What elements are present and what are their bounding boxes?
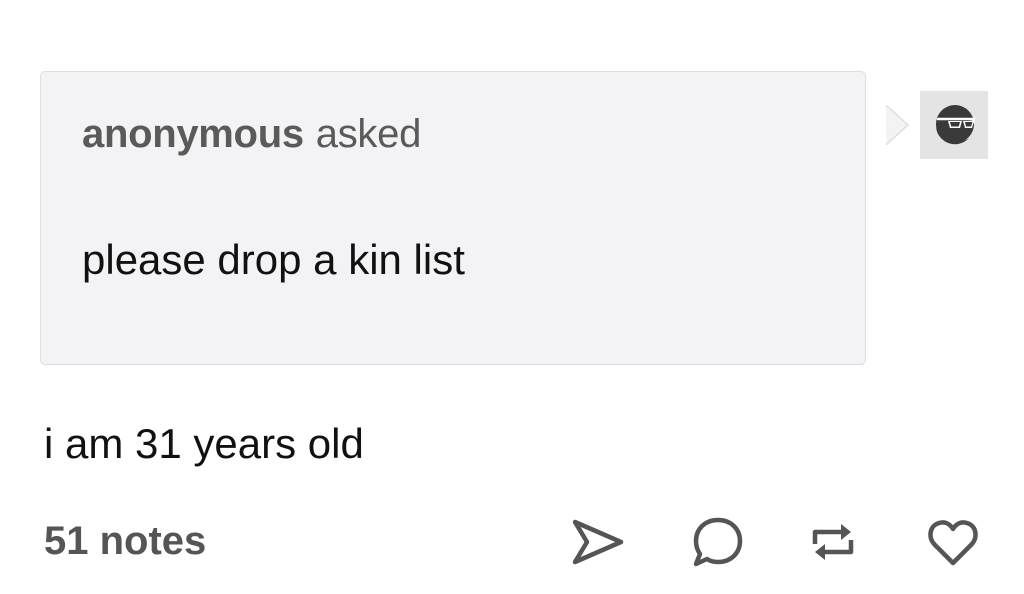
like-button[interactable] bbox=[925, 514, 981, 570]
notes-count[interactable]: 51 notes bbox=[44, 519, 206, 564]
share-button[interactable] bbox=[569, 514, 625, 570]
question-text: please drop a kin list bbox=[82, 236, 465, 283]
heart-icon bbox=[928, 520, 978, 566]
asked-label: asked bbox=[315, 112, 422, 156]
asker-name: anonymous bbox=[82, 112, 304, 156]
reply-icon bbox=[693, 517, 743, 567]
sunglasses-face-icon bbox=[936, 105, 976, 145]
reply-button[interactable] bbox=[689, 514, 745, 570]
post: anonymous asked please drop a kin list i … bbox=[0, 0, 1024, 594]
ask-bubble: anonymous asked please drop a kin list bbox=[40, 71, 910, 365]
avatar[interactable] bbox=[920, 91, 988, 159]
asker-line: anonymous asked bbox=[82, 112, 421, 157]
reblog-icon bbox=[812, 524, 854, 560]
share-icon bbox=[572, 519, 624, 565]
reblog-button[interactable] bbox=[805, 514, 861, 570]
answer-text: i am 31 years old bbox=[44, 420, 364, 467]
